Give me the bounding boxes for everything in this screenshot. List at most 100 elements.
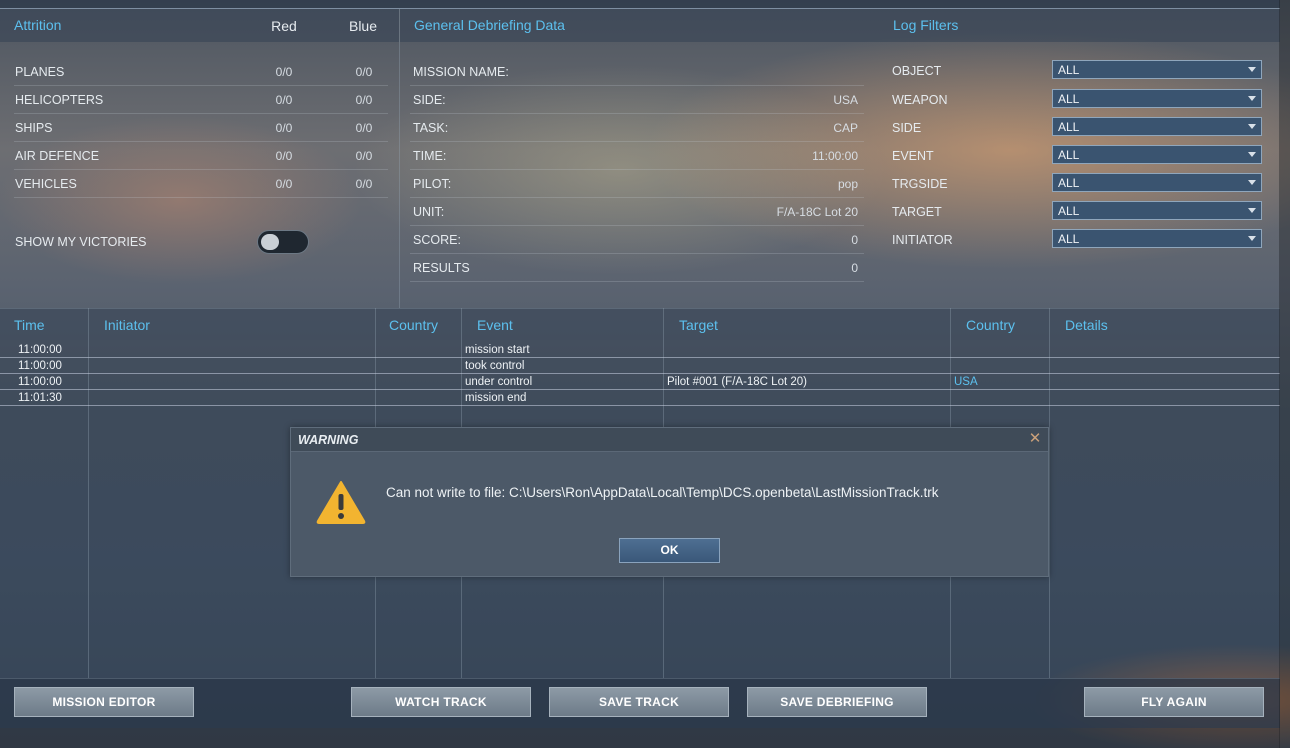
filter-label-object: OBJECT [892,64,942,78]
chevron-down-icon [1248,96,1256,101]
chevron-down-icon [1248,180,1256,185]
general-value: 0 [851,233,858,247]
filter-select-trgside[interactable]: ALL [1052,173,1262,192]
chevron-down-icon [1248,236,1256,241]
general-row-score: SCORE: 0 [410,226,864,254]
show-victories-label: SHOW MY VICTORIES [15,235,147,249]
general-label: RESULTS [413,261,470,275]
attrition-red-value: 0/0 [275,65,293,79]
filter-label-event: EVENT [892,149,934,163]
dialog-title: WARNING [298,433,359,447]
general-label: SCORE: [413,233,461,247]
general-title: General Debriefing Data [414,17,565,33]
filter-label-side: SIDE [892,121,922,135]
attrition-col-blue: Blue [348,18,378,34]
filter-value: ALL [1058,63,1080,77]
filter-value: ALL [1058,120,1080,134]
log-cell-event: mission start [465,344,530,356]
log-cell-time: 11:00:00 [18,344,62,356]
filter-select-side[interactable]: ALL [1052,117,1262,136]
filter-select-target[interactable]: ALL [1052,201,1262,220]
chevron-down-icon [1248,208,1256,213]
attrition-red-value: 0/0 [275,149,293,163]
attrition-title: Attrition [14,17,62,33]
chevron-down-icon [1248,124,1256,129]
attrition-row-vehicles: VEHICLES 0/0 0/0 [14,170,388,198]
attrition-red-value: 0/0 [275,121,293,135]
attrition-row-ships: SHIPS 0/0 0/0 [14,114,388,142]
log-cell-time: 11:00:00 [18,360,62,372]
attrition-label: SHIPS [15,121,53,135]
log-header-time[interactable]: Time [14,317,45,333]
close-icon[interactable]: ✕ [1026,430,1044,448]
log-header-country[interactable]: Country [389,317,438,333]
general-label: MISSION NAME: [413,65,509,79]
log-filters-title: Log Filters [893,17,959,33]
debriefing-panel: Attrition Red Blue PLANES 0/0 0/0 HELICO… [0,0,1280,728]
general-row-side: SIDE: USA [410,86,864,114]
general-value: F/A-18C Lot 20 [776,205,858,219]
general-label: TASK: [413,121,449,135]
background-edge-bottom [0,728,1280,748]
log-header-event[interactable]: Event [477,317,513,333]
general-row-results: RESULTS 0 [410,254,864,282]
attrition-label: HELICOPTERS [15,93,104,107]
log-header-initiator[interactable]: Initiator [104,317,150,333]
general-row-unit: UNIT: F/A-18C Lot 20 [410,198,864,226]
general-value: 0 [851,261,858,275]
general-row-pilot: PILOT: pop [410,170,864,198]
log-row[interactable]: 11:00:00 mission start [0,342,1280,358]
filter-value: ALL [1058,232,1080,246]
log-cell-event: under control [465,376,533,388]
general-label: PILOT: [413,177,452,191]
warning-triangle-icon [316,481,366,524]
general-label: SIDE: [413,93,446,107]
general-row-mission-name: MISSION NAME: [410,58,864,86]
background-edge-right [1279,0,1290,748]
general-value: CAP [833,121,858,135]
general-value: 11:00:00 [812,149,858,163]
watch-track-button[interactable]: WATCH TRACK [351,687,531,717]
filter-label-target: TARGET [892,205,942,219]
log-row[interactable]: 11:01:30 mission end [0,390,1280,406]
attrition-label: VEHICLES [15,177,77,191]
log-cell-time: 11:00:00 [18,376,62,388]
top-bar [0,0,1280,9]
attrition-blue-value: 0/0 [355,93,373,107]
log-row[interactable]: 11:00:00 took control [0,358,1280,374]
filter-select-initiator[interactable]: ALL [1052,229,1262,248]
filter-label-trgside: TRGSIDE [892,177,948,191]
general-label: UNIT: [413,205,445,219]
filter-select-object[interactable]: ALL [1052,60,1262,79]
general-value: pop [837,177,858,191]
filter-value: ALL [1058,204,1080,218]
log-header-details[interactable]: Details [1065,317,1108,333]
filter-value: ALL [1058,92,1080,106]
show-victories-toggle[interactable] [257,230,309,254]
log-cell-target-country: USA [954,376,978,388]
ok-button[interactable]: OK [619,538,720,563]
attrition-label: PLANES [15,65,65,79]
log-header-target-country[interactable]: Country [966,317,1015,333]
general-value: USA [833,93,858,107]
filter-value: ALL [1058,176,1080,190]
log-row[interactable]: 11:00:00 under control Pilot #001 (F/A-1… [0,374,1280,390]
save-track-button[interactable]: SAVE TRACK [549,687,729,717]
log-cell-time: 11:01:30 [18,392,62,404]
chevron-down-icon [1248,67,1256,72]
fly-again-button[interactable]: FLY AGAIN [1084,687,1264,717]
mission-editor-button[interactable]: MISSION EDITOR [14,687,194,717]
filter-select-weapon[interactable]: ALL [1052,89,1262,108]
attrition-blue-value: 0/0 [355,177,373,191]
filter-select-event[interactable]: ALL [1052,145,1262,164]
general-row-time: TIME: 11:00:00 [410,142,864,170]
general-label: TIME: [413,149,447,163]
attrition-col-red: Red [271,18,297,34]
save-debriefing-button[interactable]: SAVE DEBRIEFING [747,687,927,717]
log-cell-target: Pilot #001 (F/A-18C Lot 20) [667,376,807,388]
toggle-knob [261,234,279,250]
filter-label-initiator: INITIATOR [892,233,953,247]
log-header-target[interactable]: Target [679,317,718,333]
dialog-title-bar[interactable]: WARNING ✕ [291,428,1048,452]
attrition-red-value: 0/0 [275,93,293,107]
